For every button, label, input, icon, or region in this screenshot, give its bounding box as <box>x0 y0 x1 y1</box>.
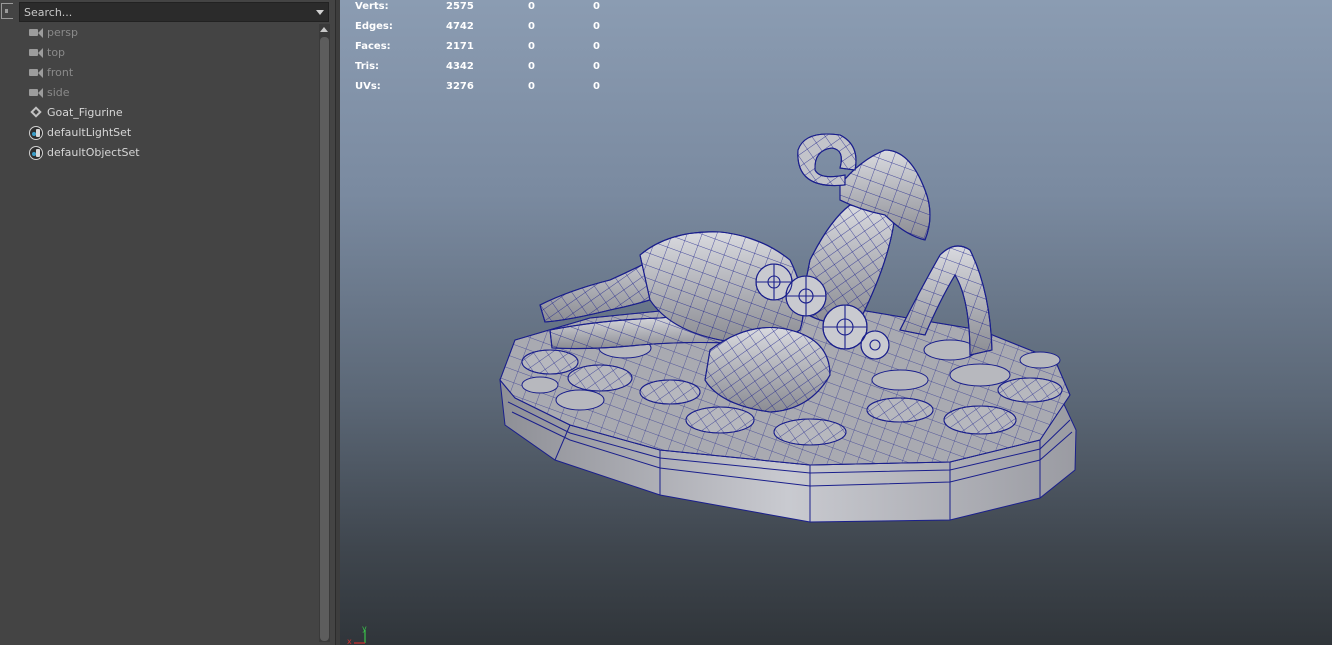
outliner-search-row <box>0 0 335 24</box>
set-icon <box>29 126 43 140</box>
3d-viewport[interactable]: Verts: 2575 0 0 Edges: 4742 0 0 Faces: 2… <box>340 0 1332 645</box>
search-options-arrow-icon[interactable] <box>316 10 324 15</box>
outliner-item-side[interactable]: side <box>0 83 318 103</box>
outliner-item-label: front <box>47 66 74 79</box>
outliner-item-label: defaultLightSet <box>47 126 132 139</box>
camera-icon <box>29 86 44 100</box>
outliner-item-top[interactable]: top <box>0 43 318 63</box>
axis-x-label: x <box>347 637 352 644</box>
outliner-scrollbar[interactable] <box>319 24 330 642</box>
outliner-item-label: side <box>47 86 70 99</box>
panel-toggle-icon[interactable] <box>1 3 13 19</box>
outliner-item-label: defaultObjectSet <box>47 146 140 159</box>
outliner-item-label: persp <box>47 26 78 39</box>
camera-icon <box>29 66 44 80</box>
view-axis-gizmo: y x <box>347 624 367 644</box>
outliner-item-label: Goat_Figurine <box>47 106 123 119</box>
outliner-item-front[interactable]: front <box>0 63 318 83</box>
outliner-item-persp[interactable]: persp <box>0 23 318 43</box>
goat-figurine-model[interactable] <box>340 0 1332 645</box>
camera-icon <box>29 46 44 60</box>
scroll-up-arrow-icon[interactable] <box>320 27 328 32</box>
transform-icon <box>29 106 44 120</box>
outliner-panel: persp top front side Goat_Figurine defau… <box>0 0 335 645</box>
outliner-list: persp top front side Goat_Figurine defau… <box>0 23 318 163</box>
outliner-item-goat-figurine[interactable]: Goat_Figurine <box>0 103 318 123</box>
outliner-item-default-light-set[interactable]: defaultLightSet <box>0 123 318 143</box>
outliner-item-label: top <box>47 46 66 59</box>
axis-y-label: y <box>362 624 367 633</box>
search-field[interactable] <box>19 2 329 22</box>
set-icon <box>29 146 43 160</box>
search-input[interactable] <box>24 6 304 19</box>
camera-icon <box>29 26 44 40</box>
scrollbar-thumb[interactable] <box>320 37 329 641</box>
outliner-item-default-object-set[interactable]: defaultObjectSet <box>0 143 318 163</box>
